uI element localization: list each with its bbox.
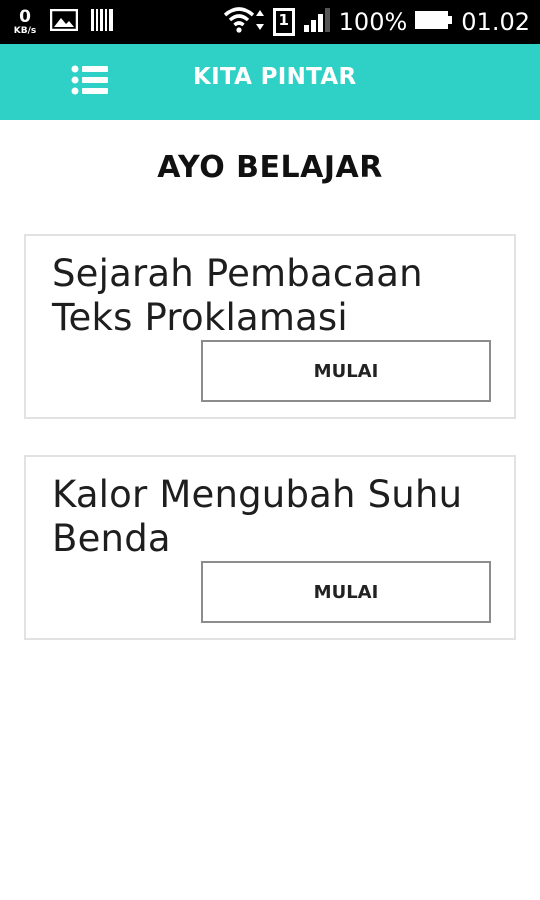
page-title: AYO BELAJAR xyxy=(157,150,383,185)
sim-slot-number: 1 xyxy=(278,11,289,29)
clock: 01.02 xyxy=(461,8,530,36)
battery-icon xyxy=(415,10,453,35)
signal-icon xyxy=(303,7,331,38)
network-speed: 0 KB/s xyxy=(12,6,38,36)
network-speed-value: 0 xyxy=(19,6,31,27)
status-bar: 0 KB/s 1 100% 01.02 xyxy=(0,0,540,44)
hamburger-menu-icon xyxy=(71,65,109,100)
sim-icon: 1 xyxy=(272,8,295,36)
wifi-icon xyxy=(223,6,265,39)
barcode-icon xyxy=(90,8,114,37)
status-right: 1 100% 01.02 xyxy=(223,0,530,44)
start-lesson-button[interactable]: MULAI xyxy=(201,561,491,623)
app-title: KITA PINTAR xyxy=(193,64,357,90)
lesson-card: Kalor Mengubah Suhu Benda MULAI xyxy=(24,455,516,640)
app-bar: KITA PINTAR xyxy=(0,44,540,120)
lesson-title: Kalor Mengubah Suhu Benda xyxy=(52,473,463,560)
network-speed-unit: KB/s xyxy=(13,25,37,36)
start-lesson-button[interactable]: MULAI xyxy=(201,340,491,402)
status-left: 0 KB/s xyxy=(12,4,114,40)
battery-percent: 100% xyxy=(338,8,408,36)
image-icon xyxy=(49,8,79,36)
lesson-title: Sejarah Pembacaan Teks Proklamasi xyxy=(52,252,423,339)
menu-button[interactable] xyxy=(70,62,110,102)
lesson-card: Sejarah Pembacaan Teks Proklamasi MULAI xyxy=(24,234,516,419)
